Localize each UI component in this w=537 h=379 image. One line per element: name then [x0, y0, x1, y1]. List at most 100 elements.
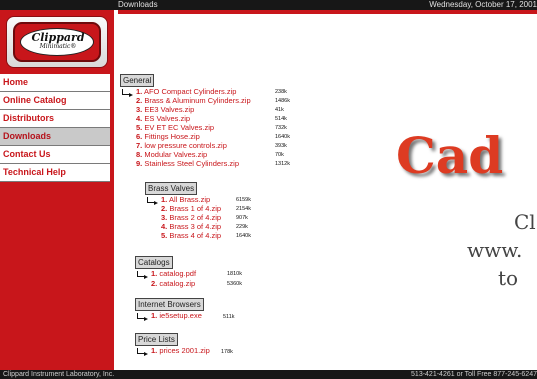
list-item: 1. prices 2001.zip [151, 346, 210, 355]
file-link[interactable]: All Brass.zip [169, 195, 210, 204]
file-link[interactable]: EE3 Valves.zip [144, 105, 194, 114]
file-link[interactable]: ie5setup.exe [159, 311, 202, 320]
item-number: 1. [151, 346, 158, 355]
section-header-general: General [120, 74, 155, 87]
top-bar-strip: Downloads Wednesday, October 17, 2001 [0, 0, 537, 10]
arrow-icon [137, 348, 148, 356]
file-size: 2154k [236, 206, 251, 212]
arrow-icon [137, 313, 148, 321]
file-size: 907k [236, 215, 248, 221]
item-number: 5. [136, 123, 143, 132]
file-size: 41k [275, 107, 284, 113]
file-size: 511k [223, 314, 235, 320]
item-number: 4. [161, 222, 168, 231]
file-link[interactable]: Brass 3 of 4.zip [169, 222, 221, 231]
item-number: 8. [136, 150, 143, 159]
nav-item-online-catalog[interactable]: Online Catalog [0, 92, 110, 110]
list-item: 5. EV ET EC Valves.zip [136, 123, 214, 132]
file-size: 229k [236, 224, 248, 230]
nav-item-home[interactable]: Home [0, 74, 110, 92]
item-number: 1. [151, 269, 158, 278]
section-header-brass-valves: Brass Valves [145, 182, 198, 195]
file-size: 1640k [236, 233, 251, 239]
file-link[interactable]: Brass & Aluminum Cylinders.zip [144, 96, 250, 105]
item-number: 7. [136, 141, 143, 150]
date-display: Wednesday, October 17, 2001 [429, 0, 537, 9]
file-size: 1486k [275, 98, 290, 104]
arrow-icon [122, 89, 133, 97]
item-number: 6. [136, 132, 143, 141]
item-number: 3. [136, 105, 143, 114]
file-link[interactable]: catalog.pdf [159, 269, 196, 278]
logo-oval: Clippard Minimatic® [20, 28, 94, 56]
list-item: 1. ie5setup.exe [151, 311, 202, 320]
section-header-internet-browsers: Internet Browsers [135, 298, 204, 311]
file-size: 732k [275, 125, 287, 131]
arrow-icon [137, 271, 148, 279]
item-number: 2. [161, 204, 168, 213]
nav-item-contact-us[interactable]: Contact Us [0, 146, 110, 164]
list-item: 3. Brass 2 of 4.zip [161, 213, 221, 222]
file-link[interactable]: Brass 2 of 4.zip [169, 213, 221, 222]
item-number: 5. [161, 231, 168, 240]
item-number: 1. [136, 87, 143, 96]
downloads-content: General 1. AFO Compact Cylinders.zip 238… [118, 14, 537, 370]
item-number: 1. [151, 311, 158, 320]
file-link[interactable]: AFO Compact Cylinders.zip [144, 87, 237, 96]
promo-line-1: Cl [514, 210, 536, 234]
nav-item-distributors[interactable]: Distributors [0, 110, 110, 128]
file-link[interactable]: prices 2001.zip [159, 346, 209, 355]
logo-tagline: Minimatic® [39, 43, 77, 50]
file-size: 1810k [227, 271, 242, 277]
item-number: 3. [161, 213, 168, 222]
file-size: 6159k [236, 197, 251, 203]
list-item: 4. ES Valves.zip [136, 114, 190, 123]
main-nav: Home Online Catalog Distributors Downloa… [0, 74, 110, 182]
footer-phone: 513-421-4261 or Toll Free 877-245-6247 [411, 371, 537, 378]
file-size: 70k [275, 152, 284, 158]
item-number: 2. [136, 96, 143, 105]
list-item: 4. Brass 3 of 4.zip [161, 222, 221, 231]
file-size: 5360k [227, 281, 242, 287]
file-size: 514k [275, 116, 287, 122]
list-item: 1. catalog.pdf [151, 269, 196, 278]
file-size: 1312k [275, 161, 290, 167]
list-item: 2. catalog.zip [151, 279, 195, 288]
list-item: 8. Modular Valves.zip [136, 150, 207, 159]
list-item: 2. Brass 1 of 4.zip [161, 204, 221, 213]
list-item: 6. Fittings Hose.zip [136, 132, 200, 141]
list-item: 2. Brass & Aluminum Cylinders.zip [136, 96, 251, 105]
list-item: 3. EE3 Valves.zip [136, 105, 194, 114]
file-size: 178k [221, 349, 233, 355]
file-link[interactable]: Brass 1 of 4.zip [169, 204, 221, 213]
section-header-catalogs: Catalogs [135, 256, 173, 269]
footer-bar: Clippard Instrument Laboratory, Inc. 513… [0, 370, 537, 379]
item-number: 9. [136, 159, 143, 168]
item-number: 1. [161, 195, 168, 204]
list-item: 7. low pressure controls.zip [136, 141, 227, 150]
footer-company: Clippard Instrument Laboratory, Inc. [3, 371, 115, 378]
file-link[interactable]: low pressure controls.zip [144, 141, 227, 150]
file-link[interactable]: Stainless Steel Cylinders.zip [144, 159, 239, 168]
promo-line-3: to [498, 266, 519, 290]
logo-badge: Clippard Minimatic® [13, 22, 101, 62]
logo[interactable]: Clippard Minimatic® [6, 16, 108, 68]
file-link[interactable]: Fittings Hose.zip [144, 132, 199, 141]
file-size: 238k [275, 89, 287, 95]
item-number: 4. [136, 114, 143, 123]
left-column: Clippard Minimatic® Home Online Catalog … [0, 10, 114, 370]
section-header-price-lists: Price Lists [135, 333, 178, 346]
file-link[interactable]: Modular Valves.zip [144, 150, 207, 159]
arrow-icon [147, 197, 158, 205]
page-title: Downloads [118, 0, 158, 9]
file-size: 1640k [275, 134, 290, 140]
file-link[interactable]: Brass 4 of 4.zip [169, 231, 221, 240]
nav-item-technical-help[interactable]: Technical Help [0, 164, 110, 182]
file-link[interactable]: catalog.zip [159, 279, 195, 288]
item-number: 2. [151, 279, 158, 288]
list-item: 5. Brass 4 of 4.zip [161, 231, 221, 240]
file-link[interactable]: ES Valves.zip [144, 114, 190, 123]
list-item: 1. AFO Compact Cylinders.zip [136, 87, 236, 96]
nav-item-downloads[interactable]: Downloads [0, 128, 110, 146]
file-link[interactable]: EV ET EC Valves.zip [144, 123, 214, 132]
